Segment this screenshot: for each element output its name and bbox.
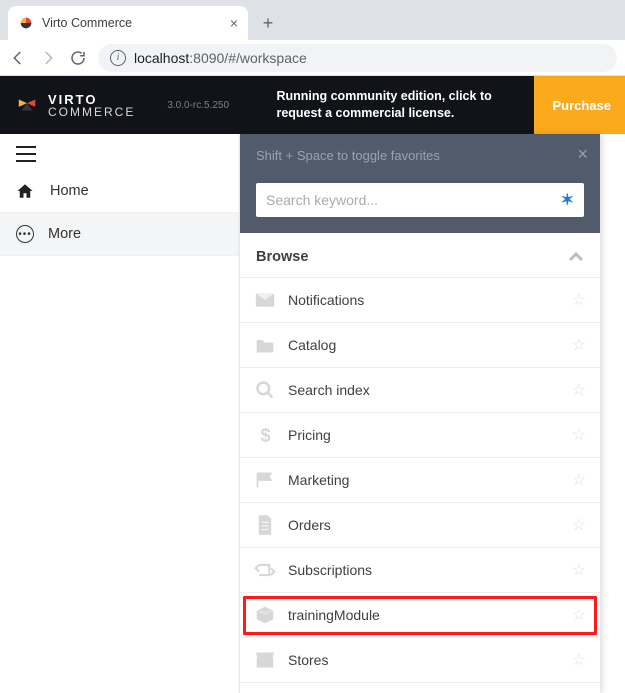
brand-line2: COMMERCE [48, 106, 135, 118]
favorite-star-icon[interactable]: ☆ [572, 425, 586, 445]
shop-icon [254, 650, 276, 670]
sidebar: Home ••• More [0, 134, 240, 693]
purchase-button[interactable]: Purchase [534, 76, 625, 134]
browse-item-label: Subscriptions [288, 562, 560, 578]
browse-panel: × Shift + Space to toggle favorites ✶ Br… [240, 134, 600, 693]
file-icon [254, 515, 276, 535]
search-box: ✶ [256, 183, 584, 217]
url-text: localhost:8090/#/workspace [134, 50, 307, 66]
favorite-star-icon[interactable]: ☆ [572, 650, 586, 670]
browse-item-label: Search index [288, 382, 560, 398]
retweet-icon [254, 560, 276, 580]
browse-item-label: Notifications [288, 292, 560, 308]
browser-tab-active[interactable]: Virto Commerce × [8, 6, 248, 40]
brand-line1: VIRTO [48, 93, 135, 106]
favorite-star-icon[interactable]: ☆ [572, 290, 586, 310]
nav-back-icon[interactable] [8, 48, 28, 68]
browse-item-label: trainingModule [288, 607, 440, 623]
browse-item-catalog[interactable]: Catalog ☆ [240, 323, 600, 368]
favorite-star-icon[interactable]: ☆ [572, 380, 586, 400]
workspace: Home ••• More × Shift + Space to toggle … [0, 134, 625, 693]
favorite-star-icon[interactable]: ☆ [572, 515, 586, 535]
license-message[interactable]: Running community edition, click to requ… [264, 88, 534, 122]
browse-item-label: Marketing [288, 472, 560, 488]
browse-item-label: Orders [288, 517, 560, 533]
favorite-star-icon[interactable]: ☆ [572, 470, 586, 490]
browse-section-header: Browse [240, 233, 600, 278]
url-field[interactable]: i localhost:8090/#/workspace [98, 44, 617, 72]
envelope-icon [254, 290, 276, 310]
brand-logo-icon [16, 94, 38, 116]
new-tab-button[interactable]: + [254, 9, 282, 37]
browse-item-label: Catalog [288, 337, 560, 353]
menu-toggle-icon[interactable] [0, 134, 239, 170]
browse-item-label: Pricing [288, 427, 560, 443]
sidebar-item-label: More [48, 226, 81, 242]
sidebar-item-label: Home [50, 183, 89, 199]
browse-item-label: Stores [288, 652, 560, 668]
browse-list: Notifications ☆ Catalog ☆ Search index ☆ $ Pric… [240, 278, 600, 693]
panel-header: × Shift + Space to toggle favorites ✶ [240, 134, 600, 233]
browse-item-pricing[interactable]: $ Pricing ☆ [240, 413, 600, 458]
version-label: 3.0.0-rc.5.250 [167, 100, 229, 111]
folder-icon [254, 335, 276, 355]
favorite-star-icon[interactable]: ☆ [572, 605, 586, 625]
browse-item-notifications[interactable]: Notifications ☆ [240, 278, 600, 323]
browse-item-orders[interactable]: Orders ☆ [240, 503, 600, 548]
browse-title: Browse [256, 249, 308, 265]
sidebar-item-more[interactable]: ••• More [0, 213, 239, 256]
tab-favicon-icon [18, 15, 34, 31]
tab-close-icon[interactable]: × [230, 15, 238, 31]
search-input[interactable] [266, 192, 561, 208]
favorite-star-icon[interactable]: ☆ [572, 560, 586, 580]
brand: VIRTO COMMERCE 3.0.0-rc.5.250 [0, 93, 245, 118]
cube-icon [254, 605, 276, 625]
nav-forward-icon [38, 48, 58, 68]
panel-hint: Shift + Space to toggle favorites [256, 148, 584, 163]
svg-text:$: $ [260, 425, 270, 445]
home-icon [16, 182, 36, 200]
browse-item-marketing[interactable]: Marketing ☆ [240, 458, 600, 503]
app-header: VIRTO COMMERCE 3.0.0-rc.5.250 Running co… [0, 76, 625, 134]
browser-tabbar: Virto Commerce × + [0, 0, 625, 40]
collapse-icon[interactable] [568, 251, 584, 263]
site-info-icon[interactable]: i [110, 50, 126, 66]
search-clear-icon[interactable]: ✶ [561, 190, 574, 210]
browse-item-content[interactable]: Content☆ [240, 683, 600, 693]
more-icon: ••• [16, 225, 34, 243]
nav-reload-icon[interactable] [68, 48, 88, 68]
flag-icon [254, 470, 276, 490]
favorite-star-icon[interactable]: ☆ [572, 335, 586, 355]
browse-item-trainingmodule[interactable]: trainingModule ☆ [240, 593, 600, 638]
dollar-icon: $ [254, 425, 276, 445]
browse-item-search-index[interactable]: Search index ☆ [240, 368, 600, 413]
search-icon [254, 380, 276, 400]
sidebar-item-home[interactable]: Home [0, 170, 239, 213]
tab-title: Virto Commerce [42, 16, 222, 30]
panel-close-icon[interactable]: × [577, 144, 588, 165]
browse-item-subscriptions[interactable]: Subscriptions ☆ [240, 548, 600, 593]
browser-addressbar: i localhost:8090/#/workspace [0, 40, 625, 76]
browse-item-stores[interactable]: Stores ☆ [240, 638, 600, 683]
